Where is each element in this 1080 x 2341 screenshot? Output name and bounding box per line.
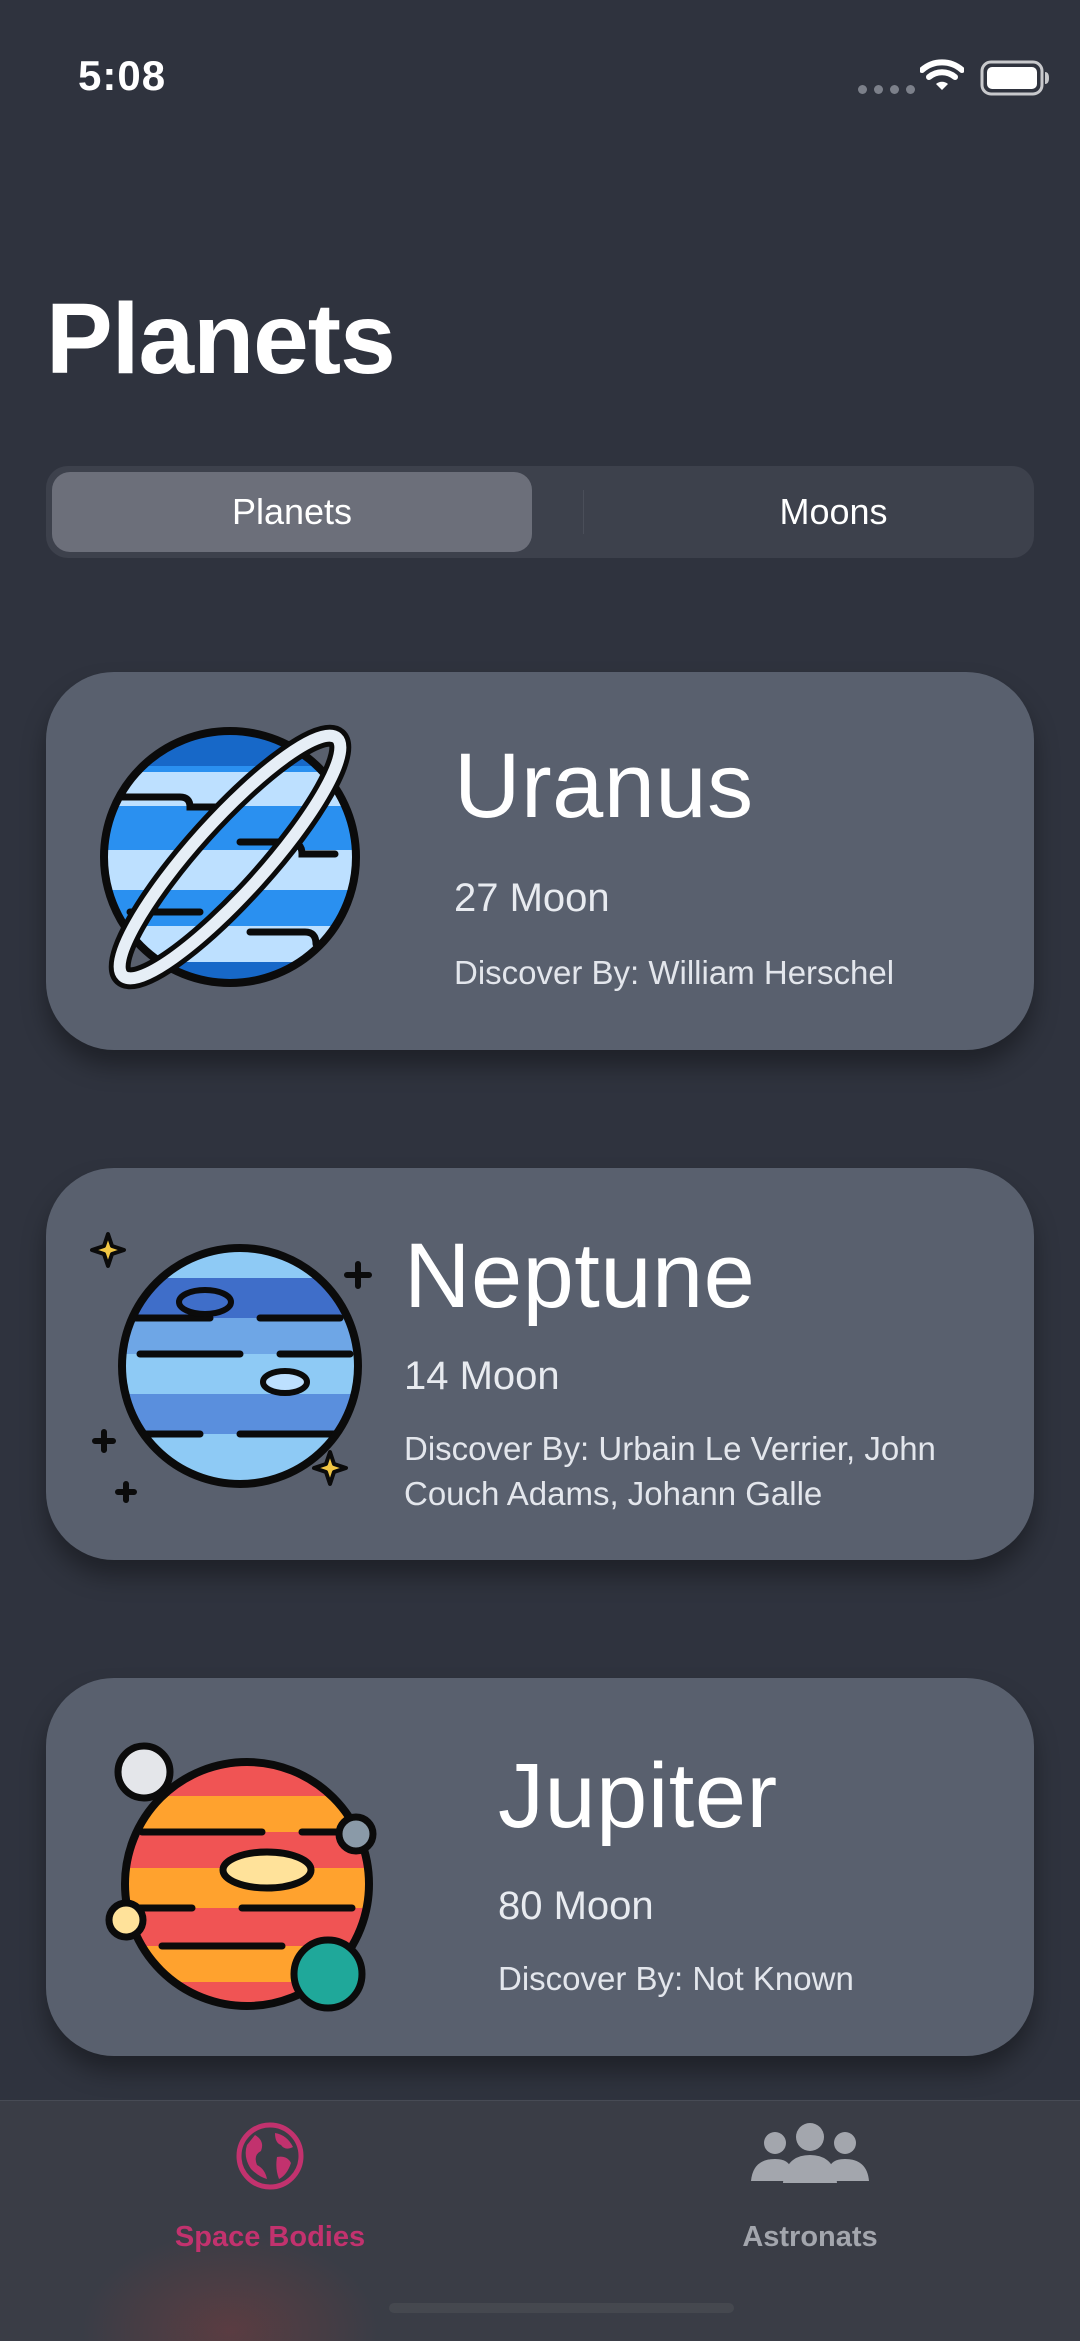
- planet-moon-count: 14 Moon: [404, 1354, 560, 1398]
- tab-space-bodies[interactable]: Space Bodies: [0, 2121, 540, 2253]
- neptune-icon: [90, 1232, 372, 1503]
- planet-name: Jupiter: [498, 1745, 778, 1847]
- segmented-control: Planets Moons: [46, 466, 1034, 558]
- wifi-icon: [920, 59, 964, 90]
- signal-icon: [858, 85, 915, 94]
- planet-discoverer: Discover By: Not Known: [498, 1960, 854, 1997]
- globe-icon: [236, 2122, 304, 2190]
- battery-icon: [980, 60, 1049, 96]
- planet-name: Neptune: [404, 1225, 756, 1327]
- planet-discoverer: Discover By: Urbain Le Verrier, John Cou…: [404, 1430, 936, 1512]
- planet-card-uranus[interactable]: Uranus 27 Moon Discover By: William Hers…: [46, 672, 1034, 1050]
- segment-moons[interactable]: Moons: [586, 472, 1080, 552]
- page-title: Planets: [46, 283, 396, 395]
- people-icon: [751, 2123, 869, 2183]
- tab-label: Space Bodies: [174, 2221, 366, 2253]
- planet-moon-count: 27 Moon: [454, 876, 610, 920]
- tab-astronats[interactable]: Astronats: [540, 2121, 1080, 2253]
- planet-name: Uranus: [454, 735, 754, 837]
- segment-planets[interactable]: Planets: [52, 472, 532, 552]
- jupiter-icon: [105, 1742, 377, 2012]
- status-bar: 5:08: [0, 0, 1080, 150]
- home-indicator[interactable]: [389, 2303, 734, 2313]
- planet-moon-count: 80 Moon: [498, 1884, 654, 1928]
- planet-card-neptune[interactable]: Neptune 14 Moon Discover By: Urbain Le V…: [46, 1168, 1034, 1560]
- tab-label: Astronats: [742, 2221, 878, 2253]
- planet-discoverer: Discover By: William Herschel: [454, 954, 895, 991]
- status-time: 5:08: [78, 52, 167, 99]
- uranus-icon: [100, 724, 360, 990]
- segment-divider: [583, 490, 584, 534]
- planet-card-jupiter[interactable]: Jupiter 80 Moon Discover By: Not Known: [46, 1678, 1034, 2056]
